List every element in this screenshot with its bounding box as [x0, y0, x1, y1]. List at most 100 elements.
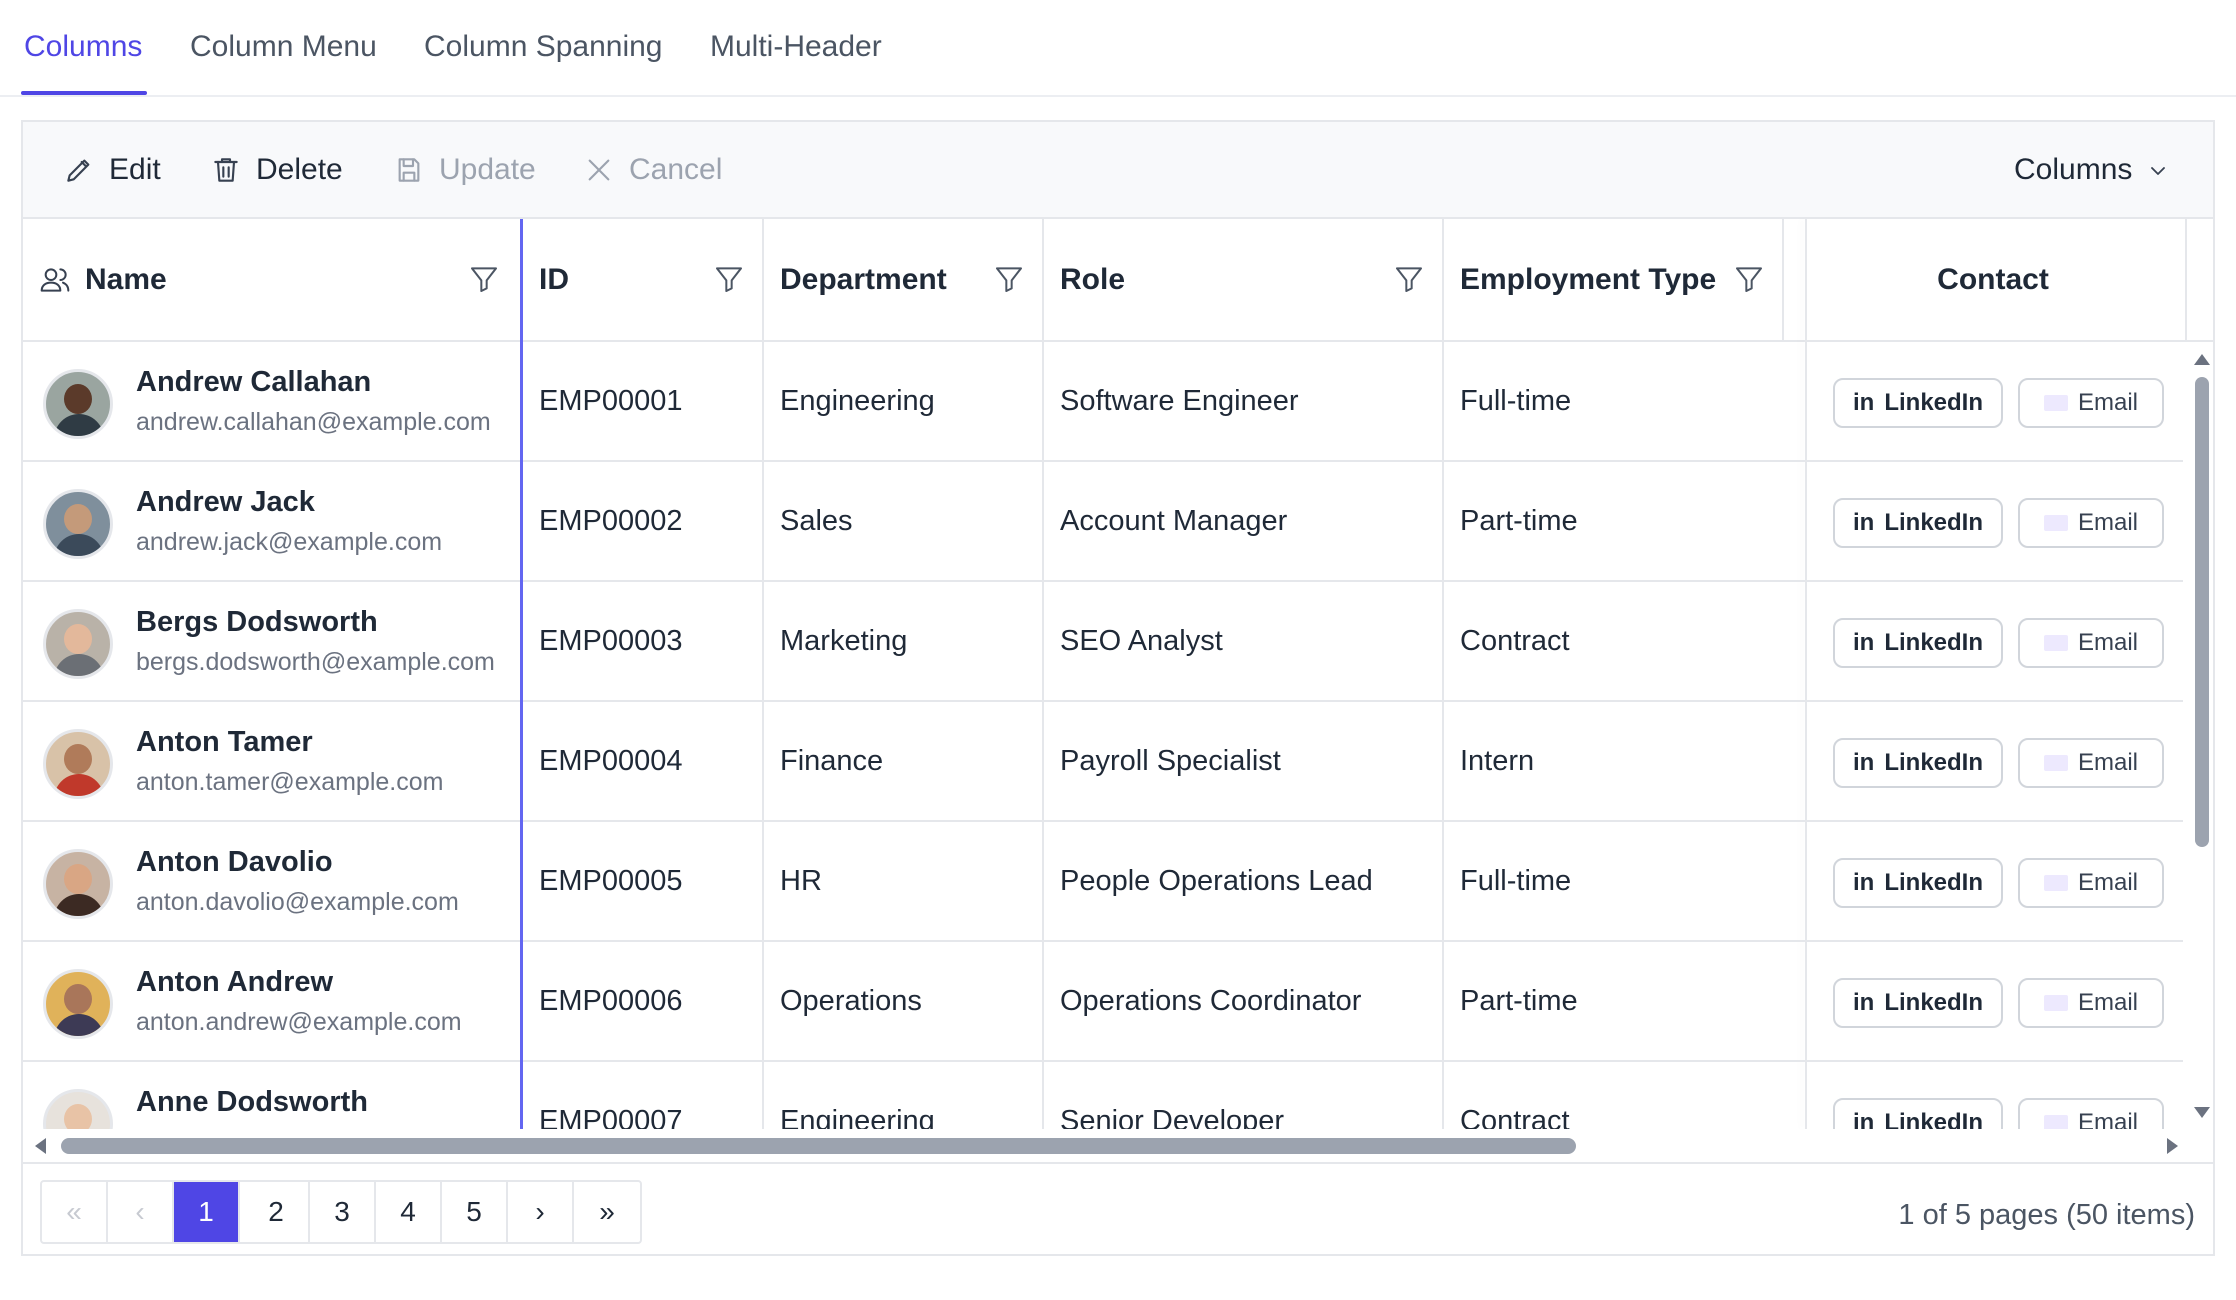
horizontal-scroll-thumb[interactable] — [61, 1138, 1576, 1154]
employee-name: Anton Andrew — [136, 966, 334, 998]
table-row[interactable]: Anton Andrew anton.andrew@example.com EMP0… — [23, 942, 2183, 1062]
email-label: Email — [2077, 509, 2138, 536]
column-divider — [762, 1062, 764, 1129]
linkedin-icon: in — [1853, 749, 1875, 776]
cancel-label: Cancel — [629, 153, 723, 186]
delete-button[interactable]: Delete — [210, 150, 343, 190]
grid-header: Name ID Department Role Employment Type … — [23, 219, 2213, 342]
filter-icon[interactable] — [468, 263, 500, 295]
column-header-contact[interactable]: Contact — [1807, 219, 2179, 340]
linkedin-button[interactable]: in LinkedIn — [1833, 618, 2003, 668]
data-grid: Edit Delete Update Cancel Columns Name I… — [21, 120, 2215, 1256]
tab-column-spanning[interactable]: Column Spanning — [424, 30, 663, 64]
mail-icon — [2043, 875, 2068, 891]
avatar-torso — [54, 654, 104, 676]
column-header-name[interactable]: Name — [39, 219, 167, 340]
column-divider — [1442, 1062, 1444, 1129]
page-button-2[interactable]: 2 — [244, 1182, 310, 1242]
linkedin-label: LinkedIn — [1884, 869, 1983, 896]
mail-icon — [2043, 1115, 2068, 1129]
employee-id: EMP00006 — [539, 985, 683, 1017]
filter-icon[interactable] — [713, 263, 745, 295]
tab-columns[interactable]: Columns — [24, 30, 142, 64]
previous-page-button[interactable]: ‹ — [108, 1182, 174, 1242]
avatar — [43, 609, 113, 679]
table-row[interactable]: Anton Tamer anton.tamer@example.com EMP000… — [23, 702, 2183, 822]
linkedin-button[interactable]: in LinkedIn — [1833, 378, 2003, 428]
pager: « ‹ 1 2 3 4 5 › » 1 of 5 pages (50 items… — [23, 1162, 2213, 1254]
employee-role: Senior Developer — [1060, 1105, 1285, 1129]
linkedin-button[interactable]: in LinkedIn — [1833, 1098, 2003, 1129]
avatar — [43, 969, 113, 1039]
table-row[interactable]: Bergs Dodsworth bergs.dodsworth@example.c… — [23, 582, 2183, 702]
vertical-scroll-thumb[interactable] — [2195, 377, 2209, 847]
column-chooser-button[interactable]: Columns — [2014, 150, 2170, 190]
linkedin-button[interactable]: in LinkedIn — [1833, 978, 2003, 1028]
email-label: Email — [2077, 389, 2138, 416]
employee-department: Operations — [780, 985, 922, 1017]
employee-type: Contract — [1460, 625, 1570, 657]
filter-icon[interactable] — [993, 263, 1025, 295]
linkedin-icon: in — [1853, 509, 1875, 536]
table-row[interactable]: Andrew Jack andrew.jack@example.com EMP000… — [23, 462, 2183, 582]
cancel-button[interactable]: Cancel — [583, 150, 722, 190]
employee-department: Finance — [780, 745, 884, 777]
tab-multi-header[interactable]: Multi-Header — [710, 30, 882, 64]
save-icon — [398, 158, 420, 182]
first-page-button[interactable]: « — [42, 1182, 108, 1242]
page-button-3[interactable]: 3 — [310, 1182, 376, 1242]
last-page-button[interactable]: » — [574, 1182, 640, 1242]
avatar-face — [64, 864, 92, 894]
linkedin-icon: in — [1853, 1109, 1875, 1129]
avatar-face — [64, 984, 92, 1014]
email-button[interactable]: Email — [2018, 858, 2164, 908]
scroll-right-arrow-icon[interactable] — [2167, 1138, 2178, 1154]
column-divider — [762, 942, 764, 1062]
avatar-face — [64, 1104, 92, 1129]
mail-icon — [2043, 755, 2068, 771]
linkedin-button[interactable]: in LinkedIn — [1833, 738, 2003, 788]
scroll-up-arrow-icon[interactable] — [2194, 354, 2210, 365]
column-header-employment-type[interactable]: Employment Type — [1460, 219, 1716, 340]
linkedin-label: LinkedIn — [1884, 989, 1983, 1016]
tab-column-menu[interactable]: Column Menu — [190, 30, 377, 64]
next-page-button[interactable]: › — [508, 1182, 574, 1242]
page-button-1[interactable]: 1 — [174, 1182, 240, 1242]
update-button[interactable]: Update — [393, 150, 536, 190]
column-header-department[interactable]: Department — [780, 219, 947, 340]
email-button[interactable]: Email — [2018, 978, 2164, 1028]
page-button-5[interactable]: 5 — [442, 1182, 508, 1242]
email-button[interactable]: Email — [2018, 738, 2164, 788]
filter-icon[interactable] — [1393, 263, 1425, 295]
column-header-role[interactable]: Role — [1060, 219, 1125, 340]
email-button[interactable]: Email — [2018, 498, 2164, 548]
frozen-column-divider — [520, 219, 523, 1129]
email-label: Email — [2077, 629, 2138, 656]
column-divider — [1042, 702, 1044, 822]
column-divider — [762, 582, 764, 702]
mail-icon — [2043, 635, 2068, 651]
email-button[interactable]: Email — [2018, 618, 2164, 668]
column-divider — [1442, 942, 1444, 1062]
table-row[interactable]: Anne Dodsworth EMP00007 Engineering Senior … — [23, 1062, 2183, 1129]
employee-department: Sales — [780, 505, 853, 537]
email-button[interactable]: Email — [2018, 1098, 2164, 1129]
table-row[interactable]: Andrew Callahan andrew.callahan@example.c… — [23, 342, 2183, 462]
scroll-left-arrow-icon[interactable] — [35, 1138, 46, 1154]
mail-icon — [2043, 515, 2068, 531]
edit-button[interactable]: Edit — [63, 150, 161, 190]
scroll-down-arrow-icon[interactable] — [2194, 1107, 2210, 1118]
table-row[interactable]: Anton Davolio anton.davolio@example.com EM… — [23, 822, 2183, 942]
column-header-id[interactable]: ID — [539, 219, 569, 340]
column-divider — [1042, 462, 1044, 582]
filter-icon[interactable] — [1733, 263, 1765, 295]
email-button[interactable]: Email — [2018, 378, 2164, 428]
linkedin-icon: in — [1853, 869, 1875, 896]
employee-name: Anton Tamer — [136, 726, 313, 758]
avatar-face — [64, 504, 92, 534]
linkedin-button[interactable]: in LinkedIn — [1833, 498, 2003, 548]
employee-department: Engineering — [780, 1105, 935, 1129]
page-button-4[interactable]: 4 — [376, 1182, 442, 1242]
grid-body: Andrew Callahan andrew.callahan@example.c… — [23, 342, 2213, 1129]
linkedin-button[interactable]: in LinkedIn — [1833, 858, 2003, 908]
